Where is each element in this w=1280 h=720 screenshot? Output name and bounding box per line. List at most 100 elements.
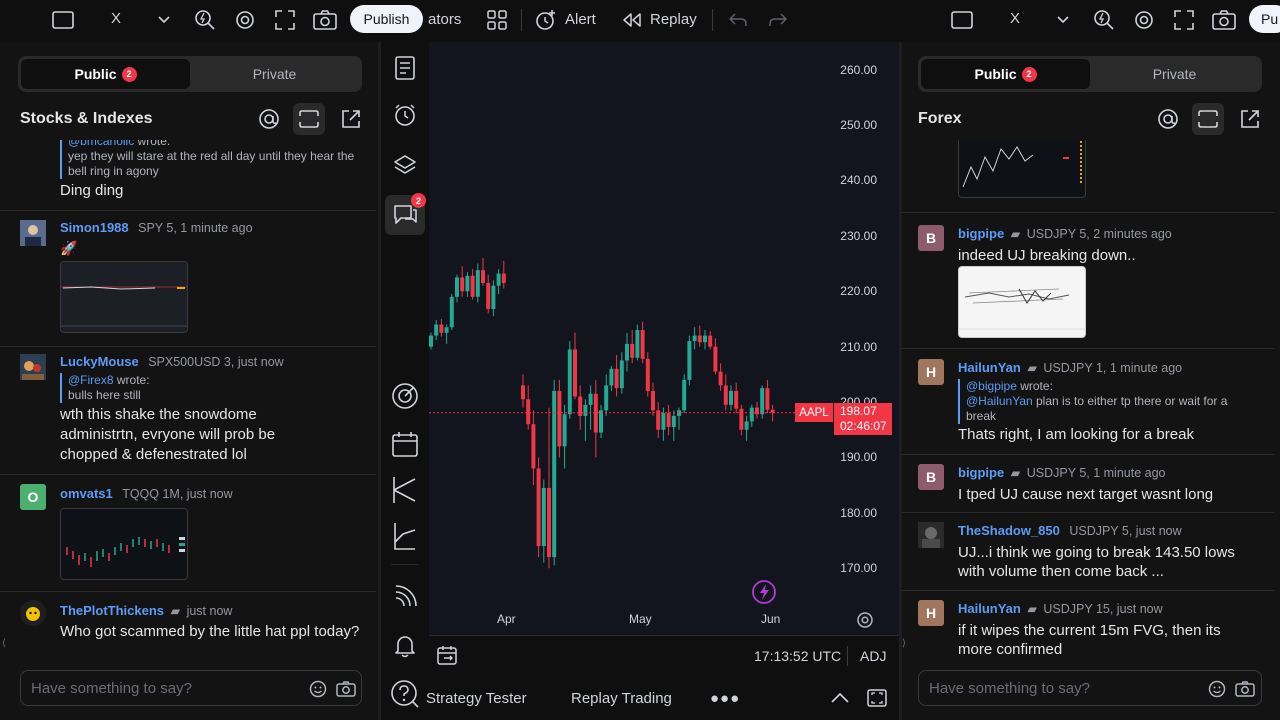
quote-author[interactable]: @bmcaholic [68,140,134,148]
settings-gear-icon[interactable] [1131,7,1157,33]
panel-splitter[interactable] [378,42,381,720]
chevron-up-icon[interactable] [830,691,850,709]
username[interactable]: LuckyMouse [60,354,139,369]
close-x-label[interactable]: X [111,10,121,27]
help-icon[interactable] [381,676,429,712]
mention-icon[interactable] [1152,103,1184,135]
mention-icon[interactable] [253,103,285,135]
more-icon[interactable]: ●●● [710,690,740,707]
username[interactable]: ThePlotThickens [60,603,164,618]
emoji-icon[interactable] [1208,680,1226,703]
tab-replay-trading[interactable]: Replay Trading [571,690,672,707]
sync-chart-icon[interactable] [293,103,325,135]
username[interactable]: bigpipe [958,226,1004,241]
username[interactable]: HailunYan [958,360,1021,375]
avatar[interactable] [20,220,46,246]
alarm-clock-icon[interactable] [381,97,429,133]
message-meta[interactable]: just now [187,604,233,618]
close-x-label[interactable]: X [1010,10,1020,27]
message-meta[interactable]: SPX500USD 3, just now [148,355,284,369]
layers-icon[interactable] [381,147,429,183]
tab-private[interactable]: Private [190,59,359,89]
message-meta[interactable]: TQQQ 1M, just now [122,487,232,501]
avatar[interactable]: H [918,600,944,626]
chat-icon-active[interactable]: 2 [385,193,426,235]
chevron-down-icon[interactable] [151,7,177,33]
fullscreen-icon[interactable] [1171,7,1197,33]
tab-private[interactable]: Private [1090,59,1259,89]
settings-gear-icon[interactable] [232,7,258,33]
message-meta[interactable]: SPY 5, 1 minute ago [138,221,252,235]
layouts-grid-icon[interactable] [484,7,510,33]
fullscreen-icon[interactable] [272,7,298,33]
calendar-icon[interactable] [381,426,429,462]
pattern-icon[interactable] [381,518,429,554]
sync-chart-icon[interactable] [1192,103,1224,135]
camera-icon[interactable] [312,7,338,33]
username[interactable]: omvats1 [60,486,113,501]
tab-public[interactable]: Public 2 [921,59,1090,89]
alert-clock-icon[interactable] [533,7,559,33]
chart-thumbnail[interactable] [60,261,188,333]
message-meta[interactable]: USDJPY 5, 2 minutes ago [1027,227,1172,241]
camera-icon[interactable] [1235,681,1255,702]
bell-icon[interactable] [381,628,429,664]
popout-icon[interactable] [1234,103,1266,135]
target-icon[interactable] [381,378,429,414]
maximize-panel-icon[interactable] [867,689,887,712]
chart-thumbnail[interactable] [958,140,1086,198]
emoji-icon[interactable] [309,680,327,703]
redo-icon[interactable] [765,7,791,33]
popout-icon[interactable] [335,103,367,135]
chart-area[interactable]: 260.00250.00240.00230.00220.00210.00200.… [429,42,899,635]
strategy-icon[interactable] [381,472,429,508]
publish-button[interactable]: Publish [350,5,423,33]
chart-thumbnail[interactable] [60,508,188,580]
clock-time[interactable]: 17:13:52 UTC [754,648,841,664]
chevron-down-icon[interactable] [1050,7,1076,33]
username[interactable]: HailunYan [958,601,1021,616]
message-meta[interactable]: USDJPY 5, 1 minute ago [1027,466,1166,480]
rss-feed-icon[interactable] [381,579,429,615]
camera-icon[interactable] [336,681,356,702]
collapse-handle[interactable]: ⟨ [2,638,6,649]
adj-toggle[interactable]: ADJ [860,648,886,664]
avatar[interactable] [918,522,944,548]
message-meta[interactable]: USDJPY 5, just now [1069,524,1181,538]
quote-author[interactable]: @Firex8 [68,373,114,387]
layout-icon[interactable] [50,7,76,33]
panel-splitter[interactable] [899,42,902,720]
avatar[interactable]: H [918,359,944,385]
alert-button[interactable]: Alert [565,11,596,28]
date-range-icon[interactable] [437,645,459,672]
zoom-lightning-icon[interactable] [192,7,218,33]
chart-thumbnail[interactable] [958,266,1086,338]
chart-settings-icon[interactable] [856,611,874,634]
replay-button[interactable]: Replay [650,11,697,28]
avatar[interactable] [20,600,46,626]
undo-icon[interactable] [725,7,751,33]
zoom-lightning-icon[interactable] [1091,7,1117,33]
quote-mention[interactable]: @HailunYan [966,394,1033,408]
price-axis[interactable]: 260.00250.00240.00230.00220.00210.00200.… [829,42,899,635]
camera-icon[interactable] [1211,7,1237,33]
username[interactable]: Simon1988 [60,220,129,235]
publish-button[interactable]: Pu [1249,5,1280,33]
watchlist-icon[interactable] [381,50,429,86]
message-meta[interactable]: USDJPY 1, 1 minute ago [1043,361,1182,375]
avatar[interactable]: O [20,484,46,510]
quote-author[interactable]: @bigpipe [966,379,1017,393]
tab-strategy-tester[interactable]: Strategy Tester [426,690,527,707]
avatar[interactable]: B [918,225,944,251]
replay-rewind-icon[interactable] [619,7,645,33]
indicators-button[interactable]: ators [428,11,461,28]
tab-public[interactable]: Public 2 [21,59,190,89]
avatar[interactable]: B [918,464,944,490]
avatar[interactable] [20,354,46,380]
username[interactable]: bigpipe [958,465,1004,480]
collapse-handle[interactable]: ⟩ [902,638,906,649]
username[interactable]: TheShadow_850 [958,523,1060,538]
message-meta[interactable]: USDJPY 15, just now [1043,602,1162,616]
layout-icon[interactable] [949,7,975,33]
lightning-icon[interactable] [749,577,779,612]
